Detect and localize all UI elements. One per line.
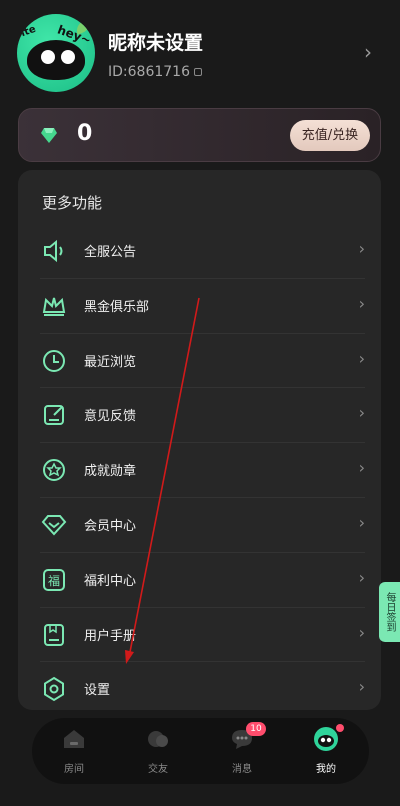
menu-item-label: 黑金俱乐部 [84, 299, 150, 315]
friends-icon [148, 731, 168, 747]
wallet-balance: 0 [77, 121, 93, 146]
more-features-card: 更多功能 全服公告 › 黑金俱乐部 › 最近浏览 › 意见反馈 › 成就勋章 ›… [18, 170, 381, 710]
menu-item-label: 用户手册 [84, 628, 137, 644]
diamond-icon [41, 128, 57, 143]
feedback-icon [44, 405, 64, 426]
menu-item-label: 成就勋章 [84, 464, 137, 480]
chevron-right-icon: › [358, 512, 365, 532]
menu-item[interactable]: 全服公告 › [40, 224, 365, 279]
tab-room[interactable]: 房间 [44, 726, 104, 778]
welfare-icon: 福 [43, 568, 65, 591]
chevron-right-icon: › [358, 403, 365, 423]
tab-friends[interactable]: 交友 [128, 726, 188, 778]
chevron-right-icon: › [358, 293, 365, 313]
tab-profile[interactable]: 我的 [296, 724, 356, 778]
tab-label: 房间 [64, 764, 84, 775]
avatar-text-left: ite [19, 23, 38, 40]
avatar-face [27, 40, 85, 80]
avatar[interactable]: ite hey~ [17, 14, 95, 92]
menu-item[interactable]: 会员中心 › [40, 498, 365, 553]
medal-icon [43, 459, 65, 482]
daily-checkin-tab[interactable]: 每日签到 [379, 582, 400, 642]
clock-icon [43, 349, 65, 372]
chevron-right-icon: › [358, 239, 365, 258]
chevron-right-icon: › [358, 622, 365, 642]
profile-icon [314, 727, 338, 751]
notification-dot [336, 724, 344, 732]
menu-item[interactable]: 黑金俱乐部 › [40, 279, 365, 334]
svg-text:福: 福 [48, 573, 60, 588]
chevron-right-icon: › [358, 348, 365, 368]
menu-item[interactable]: 福 福利中心 › [40, 553, 365, 608]
menu-item-label: 会员中心 [84, 518, 137, 534]
menu-item[interactable]: 成就勋章 › [40, 443, 365, 498]
menu-item-label: 全服公告 [84, 245, 137, 260]
tab-label: 消息 [232, 764, 252, 775]
tab-messages[interactable]: 10 消息 [212, 722, 272, 778]
menu-item-label: 设置 [84, 683, 111, 699]
menu-item-label: 最近浏览 [84, 354, 137, 370]
recharge-button[interactable]: 充值/兑换 [290, 120, 370, 151]
menu-item[interactable]: 意见反馈 › [40, 388, 365, 444]
menu-list: 全服公告 › 黑金俱乐部 › 最近浏览 › 意见反馈 › 成就勋章 › 会员中心… [40, 224, 365, 717]
chevron-right-icon[interactable]: › [364, 40, 372, 64]
copy-icon[interactable] [194, 68, 202, 76]
tab-label: 交友 [148, 764, 168, 775]
menu-item[interactable]: 设置 › [40, 662, 365, 717]
user-id: ID:6861716 [108, 64, 190, 80]
menu-item-label: 意见反馈 [84, 409, 137, 425]
menu-item[interactable]: 用户手册 › [40, 608, 365, 663]
chevron-right-icon: › [358, 567, 365, 587]
vip-diamond-icon [41, 514, 67, 536]
room-icon [64, 730, 84, 748]
bottom-nav: 房间 交友 10 消息 我的 [32, 718, 369, 784]
section-title: 更多功能 [42, 194, 103, 212]
tab-label: 我的 [316, 764, 336, 775]
menu-item-label: 福利中心 [84, 573, 137, 589]
menu-item[interactable]: 最近浏览 › [40, 334, 365, 389]
settings-icon [44, 677, 64, 702]
avatar-eye-right [61, 50, 75, 64]
message-badge: 10 [246, 722, 266, 736]
speaker-icon [44, 239, 63, 263]
wallet-card: 0 充值/兑换 [18, 108, 381, 162]
manual-icon [44, 623, 64, 646]
nickname: 昵称未设置 [108, 32, 204, 54]
profile-header[interactable]: ite hey~ 昵称未设置 ID:6861716 › [0, 0, 400, 108]
crown-icon [42, 297, 66, 316]
chevron-right-icon: › [358, 458, 365, 478]
avatar-eye-left [41, 50, 55, 64]
chevron-right-icon: › [358, 677, 365, 697]
